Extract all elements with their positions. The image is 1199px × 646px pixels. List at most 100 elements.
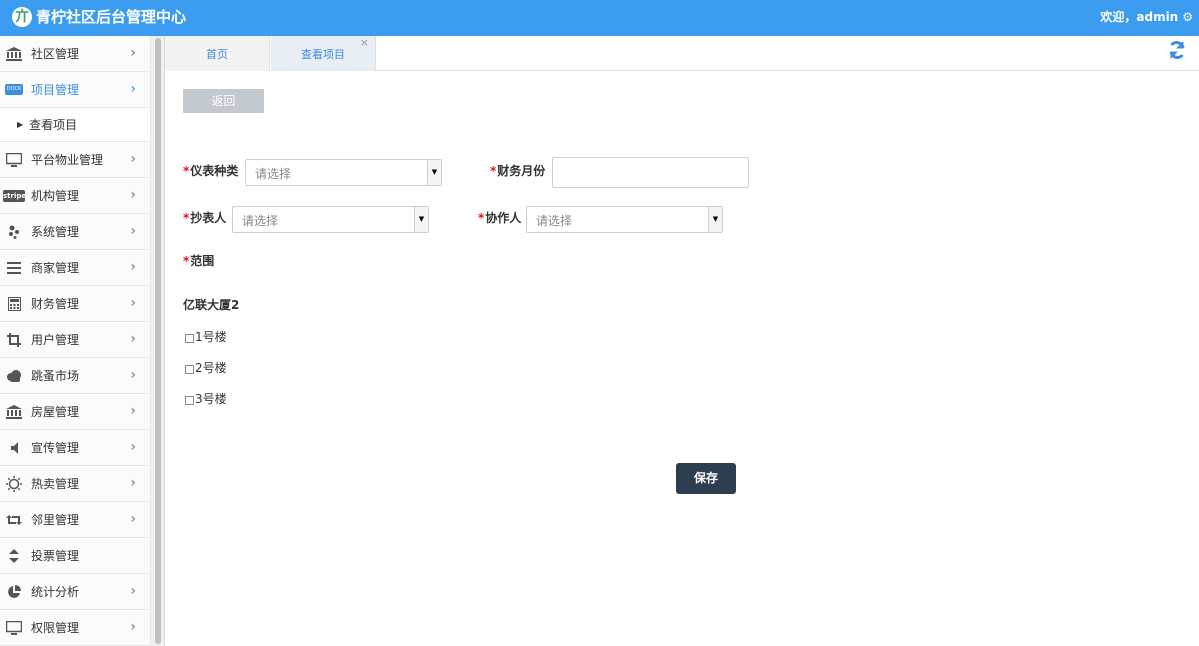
close-icon[interactable]: ×	[360, 24, 369, 62]
sidebar-item-neighbor[interactable]: 邻里管理 ›	[0, 502, 150, 538]
sidebar-scrollbar[interactable]	[151, 36, 165, 646]
caret-down-icon[interactable]: ▼	[427, 160, 441, 185]
sidebar-item-user[interactable]: 用户管理 ›	[0, 322, 150, 358]
sidebar-item-flea-market[interactable]: 跳蚤市场 ›	[0, 358, 150, 394]
back-button[interactable]: 返回	[183, 89, 264, 113]
building-checkbox-1[interactable]: 1号楼	[185, 328, 227, 345]
sidebar-item-project[interactable]: DOCK RAD 项目管理 ›	[0, 72, 150, 108]
sidebar-item-system[interactable]: 系统管理 ›	[0, 214, 150, 250]
sidebar-item-merchant[interactable]: 商家管理 ›	[0, 250, 150, 286]
sidebar-item-property[interactable]: 平台物业管理 ›	[0, 142, 150, 178]
sidebar-subitem-view-project[interactable]: ▶ 查看项目	[0, 108, 150, 142]
chevron-right-icon: ›	[130, 223, 136, 239]
sidebar-item-label: 宣传管理	[31, 441, 80, 455]
select-placeholder: 请选择	[242, 214, 279, 228]
checkbox-label: 2号楼	[195, 361, 227, 375]
finance-month-input[interactable]	[552, 157, 749, 188]
volume-icon	[5, 441, 23, 455]
refresh-icon[interactable]	[1167, 40, 1187, 66]
main-content: 返回 *仪表种类 请选择 ▼ *财务月份 *抄表人 请选择 ▼ *协作人 请选择…	[165, 71, 1199, 646]
sun-icon	[5, 475, 23, 492]
sidebar-item-finance[interactable]: 财务管理 ›	[0, 286, 150, 322]
meter-type-label: *仪表种类	[183, 164, 239, 178]
sidebar-item-label: 热卖管理	[31, 477, 80, 491]
sidebar: 社区管理 › DOCK RAD 项目管理 › ▶ 查看项目 平台物业管理 › s…	[0, 36, 151, 646]
monitor-icon	[5, 620, 23, 635]
sidebar-item-hot-sale[interactable]: 热卖管理 ›	[0, 466, 150, 502]
caret-down-icon[interactable]: ▼	[414, 207, 428, 232]
collaborator-select[interactable]: 请选择 ▼	[526, 206, 723, 233]
scrollbar-thumb[interactable]	[155, 38, 161, 644]
project-badge-icon: DOCK RAD	[5, 84, 23, 103]
chevron-right-icon: ›	[130, 367, 136, 383]
chevron-right-icon: ›	[130, 331, 136, 347]
sidebar-item-label: 用户管理	[31, 333, 80, 347]
sidebar-item-label: 跳蚤市场	[31, 369, 80, 383]
sidebar-item-housing[interactable]: 房屋管理 ›	[0, 394, 150, 430]
sidebar-item-permission[interactable]: 权限管理 ›	[0, 610, 150, 646]
sidebar-item-label: 邻里管理	[31, 513, 80, 527]
chevron-right-icon: ›	[130, 511, 136, 527]
meter-type-select[interactable]: 请选择 ▼	[245, 159, 442, 186]
sidebar-item-statistics[interactable]: 统计分析 ›	[0, 574, 150, 610]
cloud-icon	[5, 369, 23, 383]
stripe-icon: stripe	[3, 189, 27, 202]
retweet-icon	[5, 513, 23, 527]
sidebar-item-label: 统计分析	[31, 585, 80, 599]
sidebar-item-label: 权限管理	[31, 621, 80, 635]
user-menu[interactable]: 欢迎，admin ⚙	[1100, 9, 1193, 25]
chevron-right-icon: ›	[130, 81, 136, 97]
sidebar-item-organization[interactable]: stripe 机构管理 ›	[0, 178, 150, 214]
chevron-right-icon: ›	[130, 151, 136, 167]
reader-select[interactable]: 请选择 ▼	[232, 206, 429, 233]
sidebar-item-promotion[interactable]: 宣传管理 ›	[0, 430, 150, 466]
tab-view-project[interactable]: 查看项目 ×	[271, 36, 376, 71]
top-header: 亣 青柠社区后台管理中心 欢迎，admin ⚙	[0, 0, 1199, 36]
required-mark: *	[183, 164, 190, 178]
menu-icon	[5, 261, 23, 275]
bank-icon	[5, 46, 23, 61]
checkbox[interactable]	[185, 364, 194, 374]
chevron-right-icon: ›	[130, 475, 136, 491]
checkbox[interactable]	[185, 395, 194, 405]
checkbox-label: 1号楼	[195, 330, 227, 344]
app-title: 青柠社区后台管理中心	[36, 8, 187, 26]
sidebar-item-label: 项目管理	[31, 83, 80, 97]
sidebar-item-label: 商家管理	[31, 261, 80, 275]
caret-down-icon[interactable]: ▼	[708, 207, 722, 232]
required-mark: *	[478, 211, 485, 225]
select-placeholder: 请选择	[255, 167, 292, 181]
chevron-right-icon: ›	[130, 295, 136, 311]
sidebar-item-label: 社区管理	[31, 47, 80, 61]
tab-bar: 首页 查看项目 ×	[165, 36, 1199, 71]
sidebar-item-label: 机构管理	[31, 189, 80, 203]
crop-icon	[5, 332, 23, 347]
collaborator-label: *协作人	[478, 211, 522, 225]
yelp-icon	[5, 225, 23, 239]
required-mark: *	[183, 254, 190, 268]
building-checkbox-2[interactable]: 2号楼	[185, 359, 227, 376]
checkbox[interactable]	[185, 333, 194, 343]
select-placeholder: 请选择	[536, 214, 573, 228]
sidebar-item-label: 房屋管理	[31, 405, 80, 419]
chevron-right-icon: ›	[130, 187, 136, 203]
logo-icon: 亣	[12, 7, 32, 27]
tab-label: 查看项目	[301, 48, 345, 61]
chevron-right-icon: ›	[130, 259, 136, 275]
building-checkbox-3[interactable]: 3号楼	[185, 390, 227, 407]
sidebar-item-vote[interactable]: 投票管理	[0, 538, 150, 574]
chevron-right-icon: ›	[130, 619, 136, 635]
chevron-right-icon: ›	[130, 403, 136, 419]
scope-label: *范围	[183, 254, 215, 268]
sidebar-item-community[interactable]: 社区管理 ›	[0, 36, 150, 72]
monitor-icon	[5, 152, 23, 167]
welcome-text: 欢迎，admin	[1100, 10, 1179, 24]
sidebar-item-label: 平台物业管理	[31, 153, 104, 167]
gear-icon[interactable]: ⚙	[1182, 9, 1193, 25]
sidebar-item-label: 财务管理	[31, 297, 80, 311]
chevron-right-icon: ›	[130, 45, 136, 61]
tab-home[interactable]: 首页	[165, 36, 270, 71]
save-button[interactable]: 保存	[676, 463, 736, 494]
sidebar-item-label: 系统管理	[31, 225, 80, 239]
required-mark: *	[183, 211, 190, 225]
